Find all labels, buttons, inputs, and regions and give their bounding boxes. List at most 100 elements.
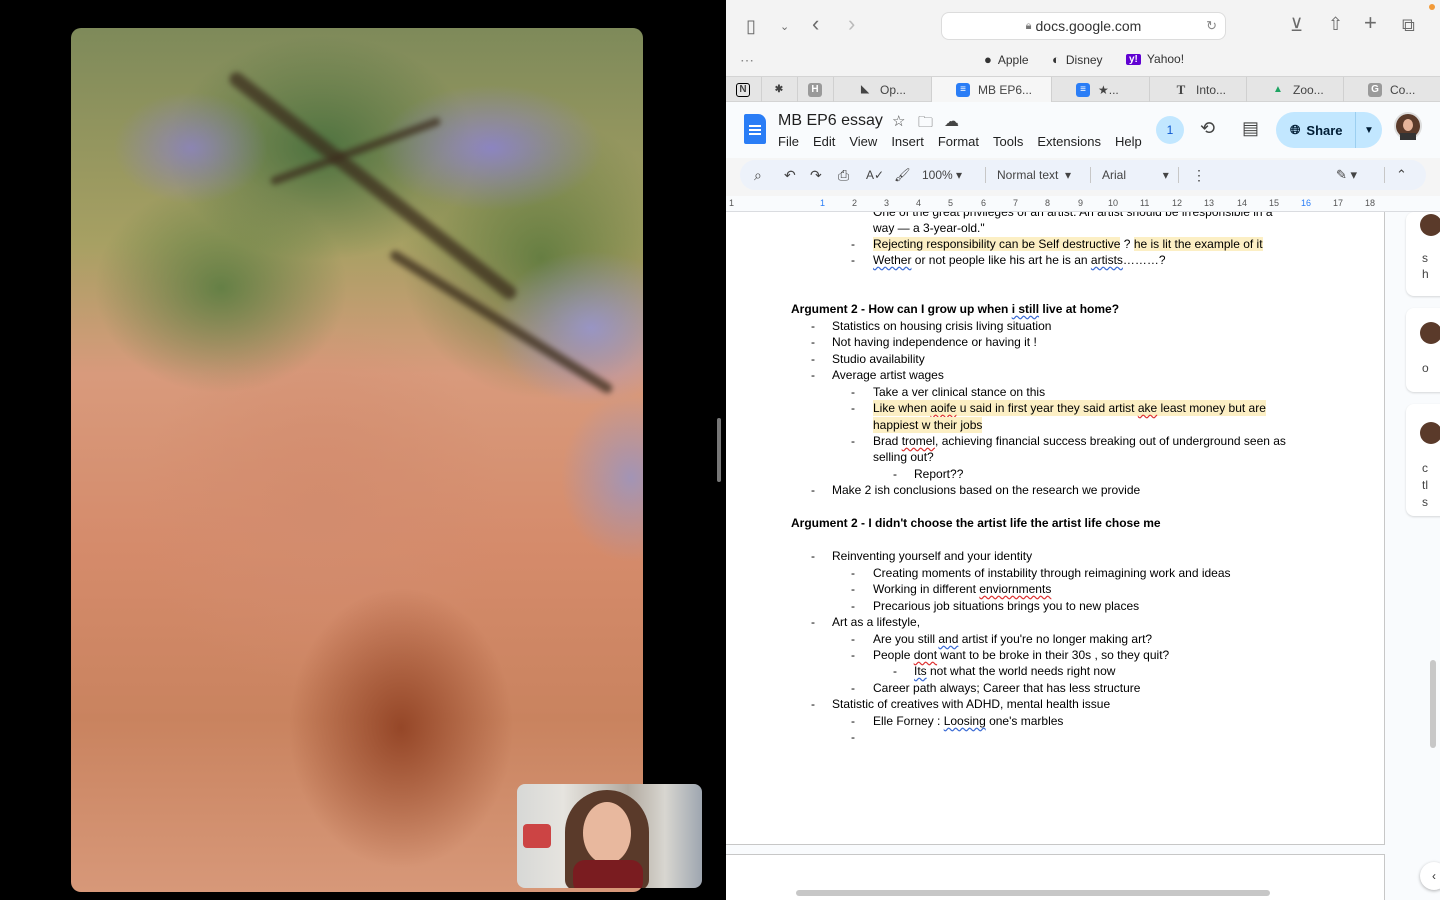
tab-notion[interactable]: N [726,77,762,102]
document-canvas[interactable]: One of the great privileges of an artist… [726,212,1440,900]
self-view-video[interactable] [517,784,702,888]
menu-help[interactable]: Help [1115,134,1142,149]
address-bar[interactable]: 🔒︎ docs.google.com ↻ [941,12,1226,40]
redo-icon[interactable]: ↷ [810,166,822,184]
empty-bullet[interactable]: - [851,729,855,745]
doc-line: Elle Forney : Loosing one's marbles [873,714,1064,728]
video-call-pane [0,0,726,900]
more-options-icon[interactable]: ⋮ [1192,166,1206,184]
spellcheck-icon[interactable]: A✓ [866,166,884,184]
vertical-scrollbar[interactable] [1430,660,1436,748]
comment-card[interactable]: o [1406,308,1440,392]
comments-icon[interactable]: ▤ [1242,118,1259,139]
menu-edit[interactable]: Edit [813,134,835,149]
doc-line: Are you still and artist if you're no lo… [873,632,1153,646]
search-menus-icon[interactable]: ⌕ [754,166,762,184]
download-icon[interactable]: ⊻ [1290,15,1303,35]
comment-avatar [1420,214,1440,236]
collaborator-count-badge[interactable]: 1 [1156,116,1184,144]
doc-line: Art as a lifestyle, [832,615,921,629]
comments-sidebar: s h o c tl s [1406,212,1440,900]
back-icon[interactable]: ‹ [812,13,819,35]
tab-zoo[interactable]: ▲ Zoo... [1247,77,1344,102]
hide-menus-icon[interactable]: ⌃ [1396,166,1407,184]
doc-line: People dont want to be broke in their 30… [873,648,1170,662]
horizontal-scrollbar[interactable] [796,890,1270,896]
favorite-apple[interactable]: ● Apple [984,52,1029,67]
doc-line: Precarious job situations brings you to … [873,599,1140,613]
remote-video-feed[interactable] [71,28,643,892]
version-history-icon[interactable]: ⟲ [1200,118,1215,139]
document-page[interactable]: One of the great privileges of an artist… [726,212,1385,845]
google-drive-icon: ▲ [1273,84,1283,95]
doc-line: One of the great privileges of an artist… [873,212,1273,219]
doc-line: Wether or not people like his art he is … [873,253,1166,267]
paragraph-style-select[interactable]: Normal text ▾ [997,166,1071,184]
self-view-scarf [573,860,643,888]
print-icon[interactable]: ⎙ [838,166,849,184]
doc-line: Not having independence or having it ! [832,335,1037,349]
doc-line: Rejecting responsibility can be Self des… [873,237,1263,251]
nyt-icon: T [1176,81,1186,97]
tab-op[interactable]: ◣ Op... [834,77,932,102]
editing-mode-icon[interactable]: ✎ ▾ [1336,166,1357,184]
g-icon: G [1368,82,1382,97]
doc-line: Report?? [914,467,964,481]
menu-tools[interactable]: Tools [993,134,1023,149]
sidebar-toggle-icon[interactable]: ▯ [746,16,756,36]
split-view-divider[interactable] [717,418,721,482]
menu-insert[interactable]: Insert [891,134,924,149]
google-docs-icon: ≡ [1076,82,1090,97]
share-sheet-icon[interactable]: ⇧ [1328,14,1343,34]
tab-mb-ep6[interactable]: ≡ MB EP6... [932,77,1052,102]
share-button[interactable]: 🌐︎ Share ▼ [1276,112,1382,148]
doc-line: way — a 3-year-old." [873,221,985,235]
tab-h[interactable]: H [798,77,834,102]
ruler: 1 1 2 3 4 5 6 7 8 9 10 11 12 13 14 15 16… [726,196,1440,212]
menu-view[interactable]: View [849,134,877,149]
favorite-yahoo[interactable]: y! Yahoo! [1126,52,1184,66]
reload-icon[interactable]: ↻ [1206,18,1217,34]
disney-icon: ◐ [1052,52,1060,67]
tab-into[interactable]: T Into... [1150,77,1247,102]
op-icon: ◣ [861,84,869,95]
menu-extensions[interactable]: Extensions [1037,134,1101,149]
doc-line: Career path always; Career that has less… [873,681,1141,695]
menu-format[interactable]: Format [938,134,979,149]
paint-format-icon[interactable]: 🖌︎ [894,166,911,184]
doc-title[interactable]: MB EP6 essay [778,112,883,130]
docs-header: MB EP6 essay ☆ 🗀︎ ☁︎ File Edit View Inse… [726,102,1440,158]
doc-line: Working in different enviornments [873,582,1052,596]
menu-file[interactable]: File [778,134,799,149]
right-indent-marker[interactable]: 16 [1301,198,1311,208]
chevron-down-icon[interactable]: ⌄ [780,17,789,37]
doc-line: Average artist wages [832,368,944,382]
doc-line: Statistics on housing crisis living situ… [832,319,1052,333]
notion-icon: N [736,82,750,97]
font-select[interactable]: Arial ▾ [1102,166,1169,184]
doc-line: Like when aoife u said in first year the… [873,400,1266,416]
indent-marker[interactable]: 1 [820,198,825,208]
account-avatar[interactable] [1394,112,1422,140]
star-icon[interactable]: ☆ [892,112,905,130]
comment-card[interactable]: c tl s [1406,404,1440,516]
new-tab-icon[interactable]: + [1364,12,1377,34]
favorites-bar: ● Apple ◐ Disney y! Yahoo! [726,48,1440,72]
cloud-saved-icon[interactable]: ☁︎ [944,112,959,130]
favorite-disney[interactable]: ◐ Disney [1052,52,1103,67]
forward-icon[interactable]: › [848,13,855,35]
tab-overview-icon[interactable]: ⧉ [1402,15,1415,35]
yahoo-icon: y! [1126,53,1141,65]
google-docs-logo-icon[interactable] [744,114,766,144]
chevron-left-icon[interactable]: ‹ [1420,862,1440,890]
tab-perplexity[interactable]: ✱ [762,77,798,102]
tab-co[interactable]: G Co... [1344,77,1440,102]
share-dropdown-icon[interactable]: ▼ [1356,125,1382,136]
zoom-select[interactable]: 100% ▾ [922,166,962,184]
tab-starred-doc[interactable]: ≡ ★... [1052,77,1150,102]
undo-icon[interactable]: ↶ [784,166,796,184]
comment-card[interactable]: s h [1406,212,1440,296]
safari-toolbar: ▯ ⌄ ‹ › 🔒︎ docs.google.com ↻ ⊻ ⇧ + ⧉ ⋯ ●… [726,0,1440,76]
doc-line: Brad tromel, achieving financial success… [873,434,1286,448]
section-heading: Argument 2 - How can I grow up when i st… [791,302,1120,316]
